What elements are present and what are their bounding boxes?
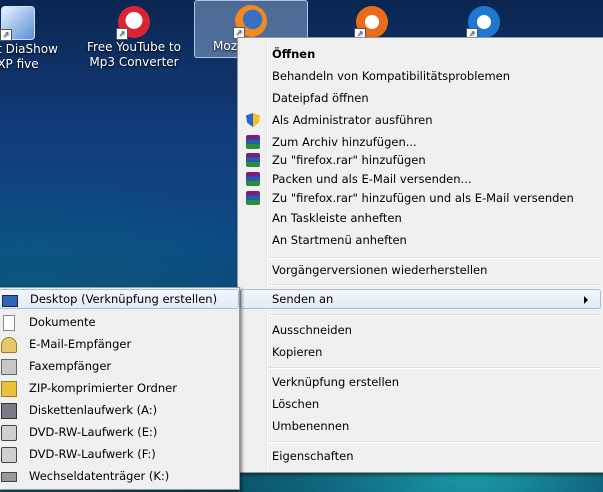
winrar-icon	[246, 172, 260, 186]
menu-item-label: DVD-RW-Laufwerk (E:)	[29, 425, 158, 439]
menu-separator	[268, 441, 601, 443]
menu-item-restore-previous-versions[interactable]: Vorgängerversionen wiederherstellen	[240, 260, 601, 280]
firefox-icon: ↗	[233, 5, 267, 39]
menu-item-pin-to-start[interactable]: An Startmenü anheften	[240, 230, 601, 250]
diashow-app-icon: ↗	[0, 6, 35, 41]
menu-item-label: Diskettenlaufwerk (A:)	[29, 403, 158, 417]
menu-item-label: Wechseldatenträger (K:)	[29, 469, 170, 483]
menu-item-pack-and-email[interactable]: Packen und als E-Mail versenden...	[240, 169, 601, 189]
menu-item-add-to-archive[interactable]: Zum Archiv hinzufügen...	[240, 132, 601, 152]
send-to-item-desktop[interactable]: Desktop (Verknüpfung erstellen)	[0, 289, 239, 309]
floppy-drive-icon	[1, 403, 17, 419]
desktop-icon-label: XP five	[0, 57, 39, 71]
menu-item-delete[interactable]: Löschen	[240, 394, 601, 414]
menu-separator	[268, 257, 601, 259]
menu-item-label: DVD-RW-Laufwerk (F:)	[29, 447, 156, 461]
context-menu: Öffnen Behandeln von Kompatibilitätsprob…	[237, 37, 603, 473]
menu-item-open-file-location[interactable]: Dateipfad öffnen	[240, 88, 601, 108]
menu-item-label: Ausschneiden	[272, 323, 352, 337]
menu-item-copy[interactable]: Kopieren	[240, 342, 601, 362]
submenu-arrow-icon	[584, 296, 588, 304]
menu-item-label: ZIP-komprimierter Ordner	[29, 381, 177, 395]
send-to-item-floppy[interactable]: Diskettenlaufwerk (A:)	[0, 400, 239, 420]
menu-item-label: Packen und als E-Mail versenden...	[272, 172, 472, 186]
menu-item-label: Umbenennen	[272, 419, 350, 433]
menu-item-send-to[interactable]: Senden an	[240, 289, 601, 309]
send-to-item-dvd-e[interactable]: DVD-RW-Laufwerk (E:)	[0, 422, 239, 442]
menu-separator	[268, 284, 601, 286]
send-to-item-documents[interactable]: Dokumente	[0, 312, 239, 332]
menu-item-label: An Startmenü anheften	[272, 233, 407, 247]
menu-item-label: Zum Archiv hinzufügen...	[272, 135, 417, 149]
app-icon-blue: ↗	[466, 6, 500, 40]
menu-separator	[268, 367, 601, 369]
menu-item-label: Verknüpfung erstellen	[272, 375, 400, 389]
app-icon-9: ↗	[354, 6, 388, 40]
menu-item-label: An Taskleiste anheften	[272, 211, 402, 225]
removable-drive-icon	[1, 472, 17, 482]
menu-item-add-to-firefox-rar-and-email[interactable]: Zu "firefox.rar" hinzufügen und als E-Ma…	[240, 188, 601, 208]
desktop-icon	[2, 295, 18, 307]
winrar-icon	[246, 135, 260, 149]
send-to-submenu: Desktop (Verknüpfung erstellen) Dokument…	[0, 287, 240, 490]
menu-item-label: Faxempfänger	[29, 359, 112, 373]
fax-icon	[1, 359, 17, 375]
winrar-icon	[246, 153, 260, 167]
menu-item-label: E-Mail-Empfänger	[29, 337, 132, 351]
desktop-icon-youtube-mp3[interactable]: ↗ Free YouTube to Mp3 Converter	[78, 2, 190, 70]
send-to-item-fax[interactable]: Faxempfänger	[0, 356, 239, 376]
send-to-item-removable-k[interactable]: Wechseldatenträger (K:)	[0, 466, 239, 486]
menu-item-label: Als Administrator ausführen	[272, 113, 433, 127]
desktop-icon-label: Soft DiaShow	[0, 42, 58, 56]
menu-item-label: Kopieren	[272, 345, 323, 359]
menu-item-add-to-firefox-rar[interactable]: Zu "firefox.rar" hinzufügen	[240, 150, 601, 170]
mail-recipient-icon	[1, 337, 17, 353]
menu-item-open[interactable]: Öffnen	[240, 44, 601, 64]
desktop-icon-soft-diashow[interactable]: ↗ Soft DiaShow XP five	[0, 2, 74, 72]
menu-item-label: Dokumente	[29, 315, 96, 329]
menu-item-label: Öffnen	[272, 47, 316, 61]
uac-shield-icon	[246, 113, 260, 127]
menu-item-label: Zu "firefox.rar" hinzufügen	[272, 153, 426, 167]
send-to-item-dvd-f[interactable]: DVD-RW-Laufwerk (F:)	[0, 444, 239, 464]
menu-item-label: Löschen	[272, 397, 320, 411]
desktop-icon-label: Free YouTube to	[87, 40, 181, 54]
menu-item-label: Desktop (Verknüpfung erstellen)	[30, 292, 218, 306]
menu-item-create-shortcut[interactable]: Verknüpfung erstellen	[240, 372, 601, 392]
menu-item-rename[interactable]: Umbenennen	[240, 416, 601, 436]
menu-item-cut[interactable]: Ausschneiden	[240, 320, 601, 340]
send-to-item-zip[interactable]: ZIP-komprimierter Ordner	[0, 378, 239, 398]
menu-separator	[268, 314, 601, 316]
documents-icon	[3, 315, 15, 331]
dvd-drive-icon	[1, 425, 17, 441]
menu-item-label: Dateipfad öffnen	[272, 91, 369, 105]
menu-item-label: Behandeln von Kompatibilitätsproblemen	[272, 69, 511, 83]
menu-item-compatibility[interactable]: Behandeln von Kompatibilitätsproblemen	[240, 66, 601, 86]
menu-item-properties[interactable]: Eigenschaften	[240, 446, 601, 466]
desktop-icon-label: Mp3 Converter	[89, 55, 179, 69]
menu-item-pin-to-taskbar[interactable]: An Taskleiste anheften	[240, 208, 601, 228]
menu-item-label: Senden an	[272, 292, 334, 306]
dvd-drive-icon	[1, 447, 17, 463]
zip-folder-icon	[1, 381, 17, 397]
menu-item-run-as-admin[interactable]: Als Administrator ausführen	[240, 110, 601, 130]
menu-item-label: Eigenschaften	[272, 449, 354, 463]
menu-item-label: Vorgängerversionen wiederherstellen	[272, 263, 488, 277]
youtube-mp3-converter-icon: ↗	[116, 6, 150, 40]
menu-item-label: Zu "firefox.rar" hinzufügen und als E-Ma…	[272, 191, 574, 205]
desktop-icon-app-9[interactable]: ↗	[316, 2, 428, 40]
winrar-icon	[246, 191, 260, 205]
send-to-item-mail-recipient[interactable]: E-Mail-Empfänger	[0, 334, 239, 354]
desktop-icon-app-blue[interactable]: ↗	[428, 2, 540, 40]
